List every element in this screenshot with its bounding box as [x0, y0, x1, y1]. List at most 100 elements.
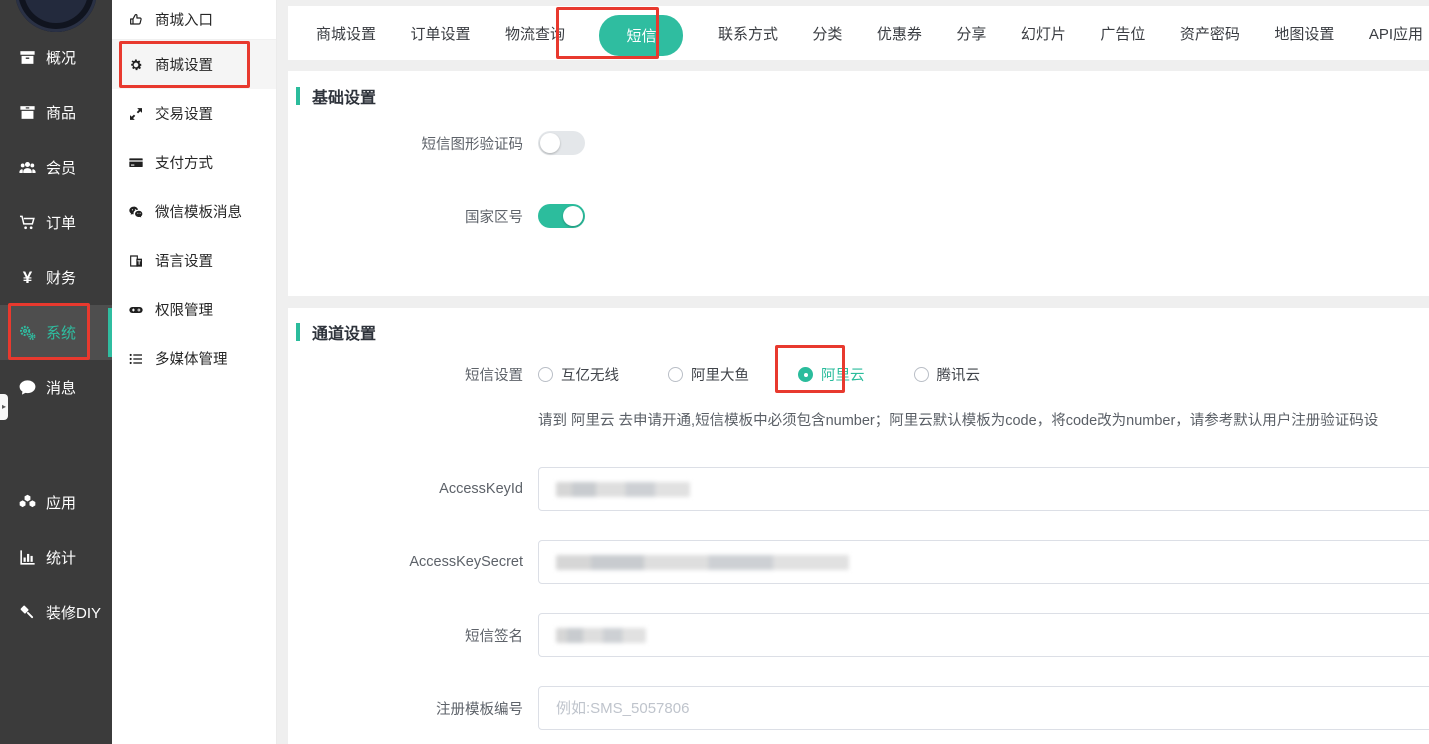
secondary-item-label: 微信模板消息 — [155, 201, 242, 222]
sms-captcha-toggle[interactable] — [538, 131, 585, 155]
secondary-item-label: 支付方式 — [155, 152, 213, 173]
members-icon — [18, 158, 37, 177]
secondary-item-mall-settings[interactable]: 商城设置 — [112, 40, 276, 89]
sms-captcha-label: 短信图形验证码 — [288, 133, 523, 154]
secondary-item-media-mgmt[interactable]: 多媒体管理 — [112, 334, 276, 383]
accesskeysecret-input[interactable] — [538, 540, 1429, 584]
settings-tabbar: 商城设置 订单设置 物流查询 短信 联系方式 分类 优惠券 分享 幻灯片 广告位… — [288, 6, 1429, 60]
apps-cubes-icon — [18, 493, 37, 512]
accesskeyid-label: AccessKeyId — [288, 481, 523, 497]
secondary-item-label: 商城设置 — [155, 54, 213, 75]
sidebar-item-label: 订单 — [46, 212, 76, 233]
sidebar-item-label: 财务 — [46, 267, 76, 288]
radio-alidayu[interactable]: 阿里大鱼 — [668, 364, 749, 385]
tab-asset-password[interactable]: 资产密码 — [1180, 23, 1240, 44]
sidebar-item-label: 消息 — [46, 377, 76, 398]
goods-icon — [18, 103, 37, 122]
app-logo — [15, 0, 97, 32]
secondary-item-permission-mgmt[interactable]: 权限管理 — [112, 285, 276, 334]
sidebar-item-system[interactable]: 系统 — [0, 305, 112, 360]
wechat-icon — [128, 204, 144, 220]
masked-value — [556, 482, 690, 497]
sidebar-item-overview[interactable]: 概况 — [0, 30, 112, 85]
sms-provider-row: 短信设置 互亿无线 阿里大鱼 阿里云 — [288, 364, 1429, 385]
tab-logistics-query[interactable]: 物流查询 — [505, 23, 565, 44]
tab-api-app[interactable]: API应用 — [1369, 23, 1423, 44]
sidebar-spacer — [0, 415, 112, 475]
gear-icon — [128, 57, 144, 73]
system-gears-icon — [18, 323, 37, 342]
sms-signature-label: 短信签名 — [288, 625, 523, 646]
sidebar-item-apps[interactable]: 应用 — [0, 475, 112, 530]
sms-signature-input[interactable] — [538, 613, 1429, 657]
payment-card-icon — [128, 155, 144, 171]
sidebar-item-label: 统计 — [46, 547, 76, 568]
sidebar-collapse-handle[interactable]: ▸ — [0, 394, 8, 420]
toggle-knob — [563, 206, 583, 226]
radio-aliyun[interactable]: 阿里云 — [798, 364, 865, 385]
country-code-toggle[interactable] — [538, 204, 585, 228]
primary-nav: 概况 商品 会员 订单 ¥ 财务 — [0, 30, 112, 640]
tab-category[interactable]: 分类 — [812, 23, 842, 44]
app-root: 概况 商品 会员 订单 ¥ 财务 — [0, 0, 1429, 744]
permission-icon — [128, 302, 144, 318]
country-code-label: 国家区号 — [288, 206, 523, 227]
country-code-row: 国家区号 — [288, 204, 1429, 228]
sidebar-item-stats[interactable]: 统计 — [0, 530, 112, 585]
sidebar-item-members[interactable]: 会员 — [0, 140, 112, 195]
tab-slideshow[interactable]: 幻灯片 — [1021, 23, 1066, 44]
sidebar-item-label: 商品 — [46, 102, 76, 123]
secondary-item-label: 多媒体管理 — [155, 348, 228, 369]
sidebar-item-finance[interactable]: ¥ 财务 — [0, 250, 112, 305]
sms-signature-row: 短信签名 — [288, 613, 1429, 657]
register-template-input-wrap — [538, 686, 1429, 730]
aliyun-help-note: 请到 阿里云 去申请开通,短信模板中必须包含number；阿里云默认模板为cod… — [538, 409, 1429, 430]
secondary-item-payment-methods[interactable]: 支付方式 — [112, 138, 276, 187]
secondary-item-language-settings[interactable]: 语言设置 — [112, 236, 276, 285]
secondary-item-label: 交易设置 — [155, 103, 213, 124]
sidebar-item-messages[interactable]: 消息 — [0, 360, 112, 415]
primary-sidebar: 概况 商品 会员 订单 ¥ 财务 — [0, 0, 112, 744]
radio-huyi[interactable]: 互亿无线 — [538, 364, 619, 385]
register-template-input[interactable] — [556, 687, 1429, 729]
tab-ad-slot[interactable]: 广告位 — [1100, 23, 1145, 44]
tab-share[interactable]: 分享 — [956, 23, 986, 44]
orders-cart-icon — [18, 213, 37, 232]
sidebar-item-label: 系统 — [46, 322, 76, 343]
mall-entry-thumb-icon — [128, 12, 144, 28]
secondary-item-label: 语言设置 — [155, 250, 213, 271]
tab-order-settings[interactable]: 订单设置 — [410, 23, 470, 44]
sms-provider-label: 短信设置 — [288, 364, 523, 385]
tab-sms[interactable]: 短信 — [599, 15, 683, 56]
channel-settings-title: 通道设置 — [296, 320, 376, 344]
tab-mall-settings[interactable]: 商城设置 — [316, 23, 376, 44]
register-template-row: 注册模板编号 — [288, 686, 1429, 730]
tab-coupon[interactable]: 优惠券 — [877, 23, 922, 44]
secondary-item-mall-entry[interactable]: 商城入口 — [112, 0, 276, 40]
stats-chart-icon — [18, 548, 37, 567]
sidebar-item-label: 概况 — [46, 47, 76, 68]
basic-settings-card: 基础设置 短信图形验证码 国家区号 — [288, 71, 1429, 296]
sidebar-item-goods[interactable]: 商品 — [0, 85, 112, 140]
radio-circle — [914, 367, 929, 382]
sms-captcha-row: 短信图形验证码 — [288, 131, 1429, 155]
sidebar-item-diy[interactable]: 装修DIY — [0, 585, 112, 640]
tab-contact-info[interactable]: 联系方式 — [718, 23, 778, 44]
messages-bubble-icon — [18, 378, 37, 397]
basic-settings-title: 基础设置 — [296, 84, 376, 108]
overview-icon — [18, 48, 37, 67]
sidebar-item-orders[interactable]: 订单 — [0, 195, 112, 250]
secondary-item-trade-settings[interactable]: 交易设置 — [112, 89, 276, 138]
masked-value — [556, 555, 849, 570]
secondary-item-wechat-template[interactable]: 微信模板消息 — [112, 187, 276, 236]
radio-tencent-cloud[interactable]: 腾讯云 — [914, 364, 981, 385]
secondary-item-label: 商城入口 — [155, 9, 213, 30]
trade-arrows-icon — [128, 106, 144, 122]
diy-hammer-icon — [18, 603, 37, 622]
accesskeyid-row: AccessKeyId — [288, 467, 1429, 511]
sidebar-item-label: 会员 — [46, 157, 76, 178]
title-accent-bar — [296, 87, 300, 105]
accesskeyid-input[interactable] — [538, 467, 1429, 511]
accesskeysecret-label: AccessKeySecret — [288, 554, 523, 570]
tab-map-settings[interactable]: 地图设置 — [1274, 23, 1334, 44]
